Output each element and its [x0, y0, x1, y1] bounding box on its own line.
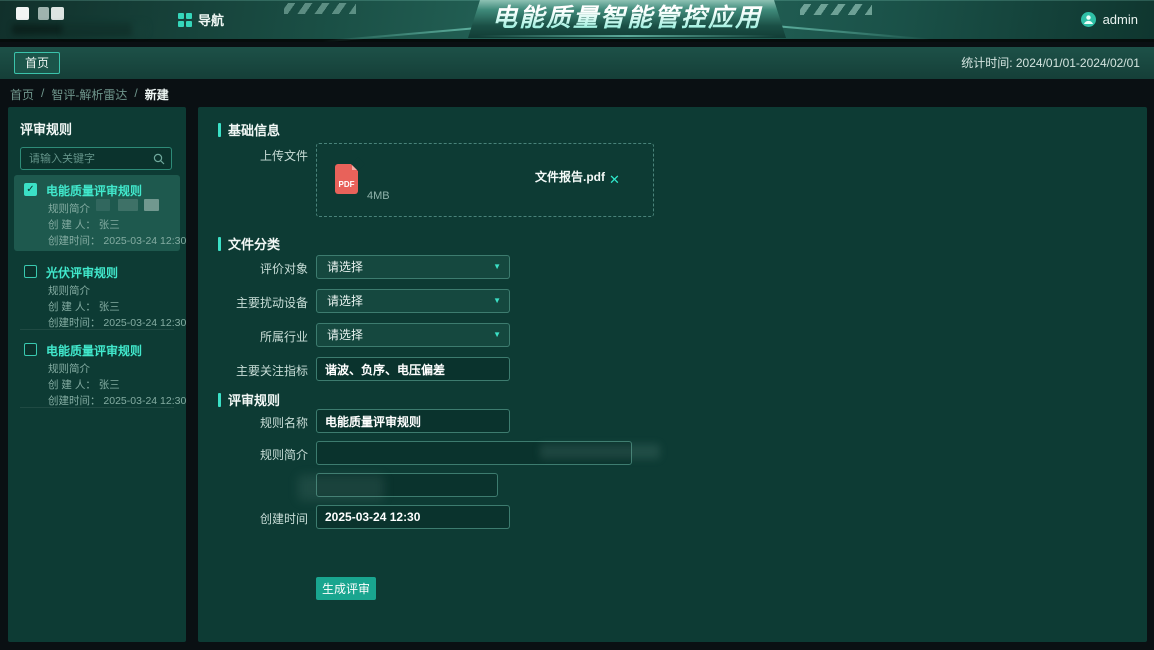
rule-item-creator: 创 建 人： 张三	[48, 217, 120, 232]
section-file-classification: 文件分类	[218, 234, 280, 253]
rule-item-time: 创建时间： 2025-03-24 12:30	[48, 393, 186, 408]
rule-item-time: 创建时间： 2025-03-24 12:30	[48, 233, 186, 248]
rule-item-time: 创建时间： 2025-03-24 12:30	[48, 315, 186, 330]
rule-item-creator: 创 建 人： 张三	[48, 377, 120, 392]
breadcrumb-current: 新建	[145, 86, 169, 103]
main-form-panel: 基础信息 上传文件 PDF 4MB 文件报告.pdf ✕ 文件分类 评价对象 请…	[198, 107, 1147, 642]
rule-item-title: 光伏评审规则	[46, 264, 118, 281]
rule-list-item[interactable]: 光伏评审规则 规则简介 创 建 人： 张三 创建时间： 2025-03-24 1…	[14, 257, 180, 333]
section-review-rule: 评审规则	[218, 390, 280, 409]
tab-home[interactable]: 首页	[14, 52, 60, 74]
section-accent-bar	[218, 123, 221, 137]
disturbance-device-label: 主要扰动设备	[204, 294, 308, 311]
checkbox-unchecked-icon[interactable]	[24, 265, 37, 278]
title-banner: 电能质量智能管控应用	[468, 0, 786, 38]
nav-menu-label: 导航	[198, 10, 224, 29]
logo-redaction	[62, 22, 147, 35]
search-input[interactable]	[21, 153, 153, 165]
select-value: 请选择	[327, 260, 363, 274]
list-divider	[20, 329, 174, 330]
generate-review-button[interactable]: 生成评审	[316, 577, 376, 600]
rule-item-intro: 规则简介	[48, 361, 90, 376]
upload-file-label: 上传文件	[204, 147, 308, 164]
file-size: 4MB	[367, 190, 390, 202]
deco-line-right	[780, 25, 930, 40]
breadcrumb: 首页 / 智评-解析雷达 / 新建	[10, 86, 169, 103]
section-basic-info: 基础信息	[218, 120, 280, 139]
user-menu[interactable]: admin	[1081, 0, 1138, 39]
eval-object-select[interactable]: 请选择 ▼	[316, 255, 510, 279]
tab-bar: 首页 统计时间: 2024/01/01-2024/02/01	[0, 47, 1154, 79]
create-time-label: 创建时间	[204, 510, 308, 527]
select-value: 请选择	[327, 328, 363, 342]
nav-menu-button[interactable]: 导航	[178, 0, 224, 39]
breadcrumb-home[interactable]: 首页	[10, 86, 34, 103]
deco-stripes-left	[284, 3, 356, 14]
checkbox-unchecked-icon[interactable]	[24, 343, 37, 356]
sidebar-search	[20, 147, 172, 170]
rule-name-input[interactable]	[316, 409, 510, 433]
stats-time: 统计时间: 2024/01/01-2024/02/01	[961, 47, 1140, 79]
pdf-badge: PDF	[335, 180, 358, 189]
select-value: 请选择	[327, 294, 363, 308]
rule-item-creator: 创 建 人： 张三	[48, 299, 120, 314]
redaction-block	[118, 199, 138, 211]
breadcrumb-module[interactable]: 智评-解析雷达	[51, 86, 127, 103]
app-root: 导航 电能质量智能管控应用 admin 首页 统计时间: 2024/01/01-…	[0, 0, 1154, 650]
section-accent-bar	[218, 393, 221, 407]
checkbox-checked-icon[interactable]: ✓	[24, 183, 37, 196]
rule-list-item[interactable]: ✓ 电能质量评审规则 规则简介 创 建 人： 张三 创建时间： 2025-03-…	[14, 175, 180, 251]
chevron-down-icon: ▼	[493, 256, 501, 278]
industry-select[interactable]: 请选择 ▼	[316, 323, 510, 347]
chevron-down-icon: ▼	[493, 290, 501, 312]
breadcrumb-separator: /	[134, 86, 137, 103]
upload-dropzone[interactable]: PDF 4MB 文件报告.pdf ✕	[316, 143, 654, 217]
disturbance-device-select[interactable]: 请选择 ▼	[316, 289, 510, 313]
review-rules-sidebar: 评审规则 ✓ 电能质量评审规则 规则简介 创 建 人： 张三 创建时间： 202…	[8, 107, 186, 642]
breadcrumb-separator: /	[41, 86, 44, 103]
key-indicator-input[interactable]	[316, 357, 510, 381]
deco-stripes-right	[800, 4, 872, 15]
rule-item-intro: 规则简介	[48, 283, 90, 298]
user-name: admin	[1103, 12, 1138, 27]
logo-placeholder	[16, 7, 29, 20]
section-accent-bar	[218, 237, 221, 251]
rule-intro-input-line1[interactable]	[316, 441, 632, 465]
rule-name-label: 规则名称	[204, 414, 308, 431]
rule-intro-input-line2[interactable]	[316, 473, 498, 497]
sidebar-title: 评审规则	[20, 119, 72, 138]
pdf-file-icon: PDF	[335, 164, 358, 194]
list-divider	[20, 407, 174, 408]
grid-icon	[178, 13, 192, 27]
search-icon[interactable]	[153, 153, 165, 165]
redaction-block	[144, 199, 159, 211]
logo-placeholder	[51, 7, 64, 20]
app-header: 导航 电能质量智能管控应用 admin	[0, 0, 1154, 42]
rule-item-intro: 规则简介	[48, 201, 90, 216]
redaction-block	[96, 199, 110, 211]
industry-label: 所属行业	[204, 328, 308, 345]
logo-placeholder	[38, 7, 49, 20]
user-avatar-icon	[1081, 12, 1096, 27]
eval-object-label: 评价对象	[204, 260, 308, 277]
section-title: 基础信息	[228, 120, 280, 139]
rule-intro-label: 规则简介	[204, 446, 308, 463]
remove-file-icon[interactable]: ✕	[609, 172, 620, 188]
key-indicator-label: 主要关注指标	[204, 362, 308, 379]
rule-item-title: 电能质量评审规则	[46, 342, 142, 359]
rule-item-title: 电能质量评审规则	[46, 182, 142, 199]
rule-list-item[interactable]: 电能质量评审规则 规则简介 创 建 人： 张三 创建时间： 2025-03-24…	[14, 335, 180, 411]
app-title: 电能质量智能管控应用	[468, 0, 786, 37]
section-title: 评审规则	[228, 390, 280, 409]
chevron-down-icon: ▼	[493, 324, 501, 346]
create-time-input[interactable]	[316, 505, 510, 529]
file-name: 文件报告.pdf	[535, 168, 605, 185]
deco-line-left	[322, 27, 472, 42]
section-title: 文件分类	[228, 234, 280, 253]
